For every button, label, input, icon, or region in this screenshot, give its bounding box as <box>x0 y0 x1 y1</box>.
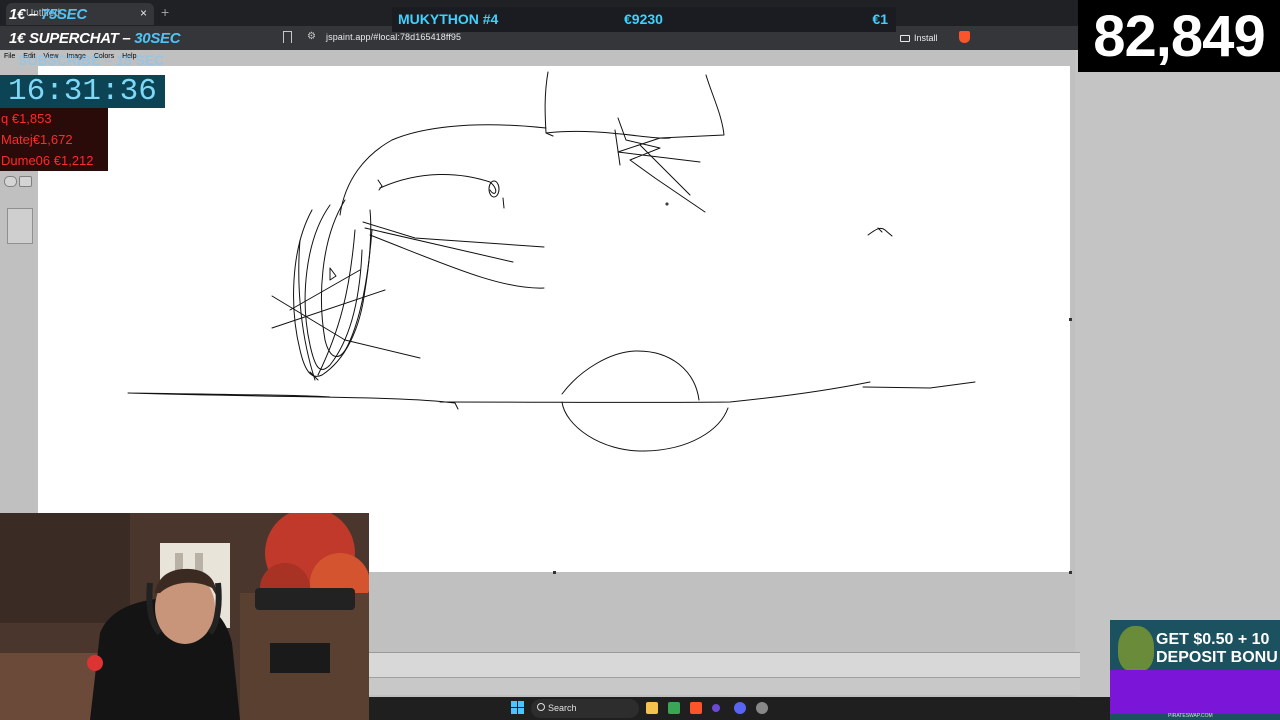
workspace-right <box>1075 50 1280 700</box>
donor-entry: Matej€1,672 <box>1 132 73 147</box>
app-icon[interactable] <box>712 704 720 712</box>
resize-handle-corner[interactable] <box>1069 571 1072 574</box>
ad-banner[interactable]: GET $0.50 + 10 DEPOSIT BONU PIRATESWAP.C… <box>1110 620 1280 720</box>
webcam-image <box>0 513 369 720</box>
ad-line1: GET $0.50 + 10 <box>1156 631 1270 648</box>
new-tab-button[interactable]: + <box>161 4 169 20</box>
tab-close-icon[interactable]: × <box>140 6 147 20</box>
discord-icon[interactable] <box>734 702 746 714</box>
mukython-step: €1 <box>872 11 888 27</box>
donor-entry: q €1,853 <box>1 111 52 126</box>
mukython-title: MUKYTHON #4 <box>398 11 499 27</box>
file-explorer-icon[interactable] <box>646 702 658 714</box>
mukython-amount: €9230 <box>624 11 663 27</box>
tool-options-panel[interactable] <box>7 208 33 244</box>
ad-footer: PIRATESWAP.COM <box>1168 713 1213 719</box>
install-label: Install <box>914 33 938 43</box>
windows-start-icon[interactable] <box>511 701 524 714</box>
subscribe-timer: SUBSCRIBE – 15 SEC <box>18 52 165 68</box>
address-bar[interactable]: jspaint.app/#local:78d165418ff95 <box>326 32 461 42</box>
status-bar <box>368 677 1080 695</box>
stream-clock: 16:31:36 <box>0 75 165 109</box>
viewer-count: 82,849 <box>1078 0 1280 72</box>
ad-headline: GET $0.50 + 10 DEPOSIT BONU <box>1156 631 1278 667</box>
site-settings-icon[interactable]: ⚙ <box>307 31 316 42</box>
ad-line2: DEPOSIT BONU <box>1156 649 1278 666</box>
rounded-rect-tool[interactable] <box>19 176 32 187</box>
xbox-icon[interactable] <box>668 702 680 714</box>
timer-1eur-prefix: 1€ – <box>9 6 41 23</box>
mukython-banner: MUKYTHON #4 €9230 €1 <box>392 7 896 32</box>
monitor-icon <box>900 34 910 42</box>
donor-entry: Dume06 €1,212 <box>1 153 94 168</box>
resize-handle-bottom[interactable] <box>553 571 556 574</box>
mascot-image <box>1118 626 1154 672</box>
timer-superchat: 1€ SUPERCHAT – 30SEC <box>9 30 181 47</box>
webcam-feed <box>0 513 369 720</box>
timer-superchat-prefix: 1€ SUPERCHAT – <box>9 30 135 47</box>
ellipse-select-tool[interactable] <box>4 176 17 187</box>
screen: Untitled × + ⚙ jspaint.app/#local:78d165… <box>0 0 1280 720</box>
bookmark-icon[interactable] <box>283 31 292 43</box>
color-palette[interactable] <box>368 652 1080 677</box>
timer-1eur: 1€ – 75SEC <box>9 6 87 23</box>
timer-superchat-value: 30SEC <box>134 30 181 47</box>
brave-taskbar-icon[interactable] <box>690 702 702 714</box>
top-donors: q €1,853 Matej€1,672 Dume06 €1,212 <box>0 108 108 171</box>
drawing-canvas[interactable] <box>38 66 1070 572</box>
timer-1eur-value: 75SEC <box>40 6 87 23</box>
taskbar-search-label: Search <box>548 703 577 713</box>
menu-file[interactable]: File <box>4 53 15 64</box>
search-icon <box>537 703 545 711</box>
taskbar-search[interactable]: Search <box>531 699 639 718</box>
resize-handle-right[interactable] <box>1069 318 1072 321</box>
brave-shield-icon[interactable] <box>959 31 970 43</box>
ad-purple-bar <box>1110 670 1280 714</box>
install-button[interactable]: Install <box>900 31 938 45</box>
obs-icon[interactable] <box>756 702 768 714</box>
